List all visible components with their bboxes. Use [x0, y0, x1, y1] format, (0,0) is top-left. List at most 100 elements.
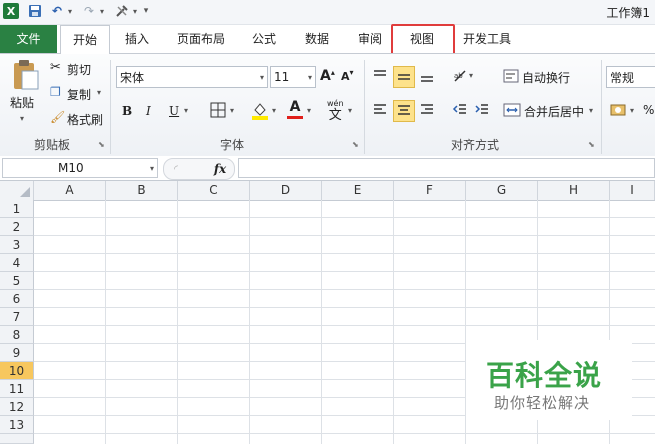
column-header-h[interactable]: H: [538, 181, 610, 200]
tab-page-layout[interactable]: 页面布局: [170, 25, 232, 53]
column-header-a[interactable]: A: [34, 181, 106, 200]
select-all-corner[interactable]: [0, 181, 34, 200]
font-size-select[interactable]: 11 ▾: [270, 66, 316, 88]
phonetic-dropdown-icon[interactable]: ▾: [348, 106, 352, 115]
column-header-f[interactable]: F: [394, 181, 466, 200]
excel-logo-icon[interactable]: X: [3, 3, 19, 19]
merge-dropdown-icon[interactable]: ▾: [589, 106, 593, 115]
tab-insert[interactable]: 插入: [116, 25, 158, 53]
paste-button[interactable]: 粘贴: [10, 94, 34, 111]
shrink-font-label: A: [341, 70, 350, 83]
tools-dropdown-icon[interactable]: ▾: [131, 3, 139, 19]
column-header-b[interactable]: B: [106, 181, 178, 200]
wrap-text-button[interactable]: 自动换行: [522, 69, 570, 86]
formula-handle-icon: ◜: [174, 163, 178, 175]
grow-font-button[interactable]: A ▴: [320, 68, 335, 85]
align-right-icon[interactable]: [419, 102, 435, 118]
align-bottom-icon[interactable]: [419, 68, 435, 84]
insert-function-button[interactable]: fx: [214, 162, 226, 176]
tab-home[interactable]: 开始: [60, 25, 110, 54]
row-header-1[interactable]: 1: [0, 200, 34, 218]
row-header-9[interactable]: 9: [0, 344, 34, 362]
underline-dropdown-icon[interactable]: ▾: [184, 106, 188, 115]
column-header-d[interactable]: D: [250, 181, 322, 200]
column-header-i[interactable]: I: [610, 181, 655, 200]
row-header-2[interactable]: 2: [0, 218, 34, 236]
alignment-launcher-icon[interactable]: ⬊: [588, 140, 595, 149]
merge-center-button[interactable]: 合并后居中: [524, 103, 584, 120]
tab-developer[interactable]: 开发工具: [454, 25, 520, 53]
undo-dropdown-icon[interactable]: ▾: [66, 3, 74, 19]
fill-color-dropdown-icon[interactable]: ▾: [272, 106, 276, 115]
increase-indent-icon[interactable]: [474, 102, 490, 118]
tab-data[interactable]: 数据: [296, 25, 338, 53]
bold-button[interactable]: B: [122, 104, 132, 118]
chevron-down-icon: ▾: [149, 163, 154, 173]
row-header-4[interactable]: 4: [0, 254, 34, 272]
font-size-value: 11: [274, 70, 290, 84]
row-header-12[interactable]: 12: [0, 398, 34, 416]
underline-button[interactable]: U: [169, 104, 179, 118]
redo-icon[interactable]: ↷: [82, 3, 96, 19]
decrease-indent-icon[interactable]: [452, 102, 468, 118]
group-separator: [110, 60, 111, 154]
view-tab-highlight: [391, 24, 455, 56]
tab-formulas[interactable]: 公式: [244, 25, 284, 53]
shrink-font-button[interactable]: A ▾: [341, 68, 354, 83]
cut-button[interactable]: 剪切: [67, 61, 91, 78]
row-header-13[interactable]: 13: [0, 416, 34, 434]
tab-file[interactable]: 文件: [0, 25, 57, 53]
column-header-c[interactable]: C: [178, 181, 250, 200]
align-middle-icon[interactable]: [393, 66, 415, 88]
save-icon[interactable]: [28, 3, 42, 19]
font-color-button[interactable]: A: [287, 100, 303, 119]
alignment-group-label: 对齐方式: [450, 138, 499, 152]
copy-button[interactable]: 复制: [67, 86, 91, 103]
name-box[interactable]: M10 ▾: [2, 158, 158, 178]
align-top-icon[interactable]: [372, 68, 388, 84]
align-left-icon[interactable]: [372, 102, 388, 118]
row-header-7[interactable]: 7: [0, 308, 34, 326]
italic-button[interactable]: I: [146, 104, 151, 118]
currency-icon[interactable]: [610, 102, 628, 118]
paste-dropdown-icon[interactable]: ▾: [20, 114, 24, 123]
orientation-icon[interactable]: ab: [452, 68, 468, 84]
number-format-select[interactable]: 常规: [606, 66, 655, 88]
tools-icon[interactable]: [114, 3, 130, 19]
undo-icon[interactable]: ↶: [50, 3, 64, 19]
row-header-5[interactable]: 5: [0, 272, 34, 290]
column-header-e[interactable]: E: [322, 181, 394, 200]
row-header-6[interactable]: 6: [0, 290, 34, 308]
copy-dropdown-icon[interactable]: ▾: [97, 88, 101, 97]
customize-quick-access-icon[interactable]: ▾: [142, 3, 150, 19]
font-color-dropdown-icon[interactable]: ▾: [307, 106, 311, 115]
row-header-10-active[interactable]: 10: [0, 362, 34, 380]
currency-dropdown-icon[interactable]: ▾: [630, 106, 634, 115]
phonetic-button[interactable]: wén 文: [327, 98, 344, 122]
orientation-dropdown-icon[interactable]: ▾: [469, 71, 473, 80]
row-header-11[interactable]: 11: [0, 380, 34, 398]
border-icon[interactable]: [210, 102, 226, 118]
ribbon-tabs: 文件 开始 插入 页面布局 公式 数据 审阅 视图 开发工具: [0, 25, 655, 54]
fill-color-icon[interactable]: [250, 100, 270, 120]
formula-input[interactable]: [238, 158, 655, 178]
window-title: 工作簿1: [606, 6, 650, 20]
border-dropdown-icon[interactable]: ▾: [230, 106, 234, 115]
column-headers: A B C D E F G H I: [0, 181, 655, 201]
clipboard-launcher-icon[interactable]: ⬊: [98, 140, 105, 149]
percent-button[interactable]: %: [643, 103, 654, 117]
title-bar: X ↶ ▾ ↷ ▾ ▾ ▾ 工作簿1: [0, 0, 655, 25]
format-painter-button[interactable]: 格式刷: [67, 111, 103, 128]
tab-review[interactable]: 审阅: [350, 25, 390, 53]
svg-text:ab: ab: [454, 72, 463, 80]
paste-icon[interactable]: [8, 58, 42, 92]
row-header-8[interactable]: 8: [0, 326, 34, 344]
align-center-icon[interactable]: [393, 100, 415, 122]
font-launcher-icon[interactable]: ⬊: [352, 140, 359, 149]
column-header-g[interactable]: G: [466, 181, 538, 200]
redo-dropdown-icon[interactable]: ▾: [98, 3, 106, 19]
font-name-select[interactable]: 宋体 ▾: [116, 66, 268, 88]
row-header-partial: [0, 434, 34, 444]
row-header-3[interactable]: 3: [0, 236, 34, 254]
grow-font-label: A: [320, 68, 331, 84]
